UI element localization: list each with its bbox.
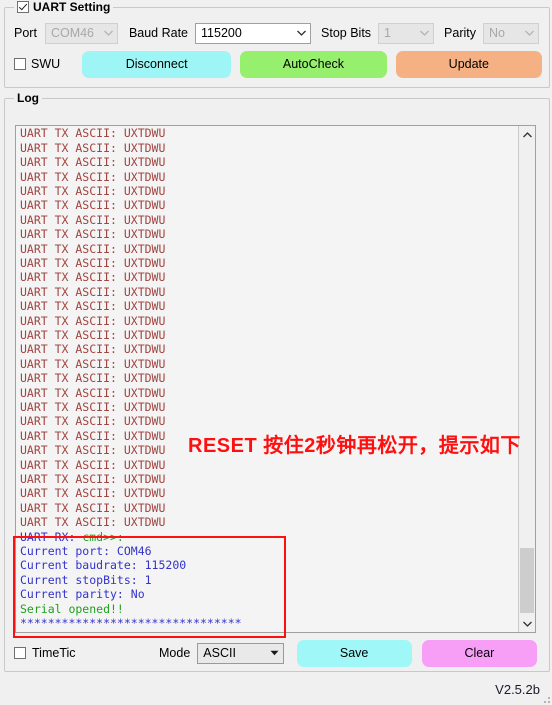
log-line: UART TX ASCII: UXTDWU <box>20 400 166 428</box>
log-group-title: Log <box>14 91 42 105</box>
uart-setting-group: UART Setting Port COM46 Baud Rate 115200… <box>4 0 550 88</box>
scroll-down-icon[interactable] <box>519 615 535 632</box>
uart-setting-group-title: UART Setting <box>14 0 114 14</box>
log-line: UART TX ASCII: UXTDWU <box>20 184 242 198</box>
log-line: UART TX ASCII: UXTDWU <box>20 328 242 342</box>
stop-bits-value: 1 <box>384 26 391 40</box>
log-line: UART TX ASCII: UXTDWU <box>20 515 242 529</box>
log-line: Current stopBits: 1 <box>20 572 152 587</box>
log-line: UART TX ASCII: UXTDWU <box>20 472 242 486</box>
update-button[interactable]: Update <box>395 50 543 78</box>
baud-rate-select[interactable]: 115200 <box>195 22 312 44</box>
stop-bits-select[interactable]: 1 <box>378 22 435 44</box>
swu-label: SWU <box>31 57 61 71</box>
disconnect-button[interactable]: Disconnect <box>82 50 232 78</box>
timetic-label: TimeTic <box>32 646 76 660</box>
log-line: UART TX ASCII: UXTDWU <box>20 198 242 212</box>
uart-setting-checkbox[interactable] <box>17 1 29 13</box>
chevron-down-icon <box>293 24 310 43</box>
log-line: UART TX ASCII: UXTDWU <box>20 386 242 400</box>
parity-select[interactable]: No <box>483 22 539 44</box>
uart-buttons-row: SWU Disconnect AutoCheck Update <box>14 49 543 79</box>
save-button[interactable]: Save <box>296 639 412 667</box>
baud-rate-label: Baud Rate <box>128 26 189 40</box>
log-line: UART TX ASCII: UXTDWU <box>20 314 242 328</box>
baud-rate-value: 115200 <box>201 26 242 40</box>
log-line: ******************************** <box>20 616 242 631</box>
log-line: UART TX ASCII: UXTDWU <box>20 242 242 256</box>
log-line: UART TX ASCII: UXTDWU <box>20 213 242 227</box>
log-line: UART TX ASCII: UXTDWU <box>20 256 242 270</box>
stop-bits-label: Stop Bits <box>321 26 372 40</box>
swu-checkbox-wrap[interactable]: SWU <box>14 57 74 71</box>
log-textarea[interactable]: UART TX ASCII: UXTDWU UART TX ASCII: UXTD… <box>15 125 536 633</box>
clear-button[interactable]: Clear <box>421 639 537 667</box>
log-line: Current port: COM46 <box>20 544 152 559</box>
log-line: UART TX ASCII: UXTDWU <box>20 357 242 371</box>
resize-grip-icon[interactable] <box>540 693 550 703</box>
scroll-up-icon[interactable] <box>519 126 535 143</box>
log-line: UART TX ASCII: UXTDWU <box>20 458 242 472</box>
log-label: Log <box>17 91 39 105</box>
log-line: Current parity: No <box>20 587 145 602</box>
log-group: Log UART TX ASCII: UXTDWU UART TX ASCII: … <box>4 91 550 672</box>
uart-setting-label: UART Setting <box>33 0 111 14</box>
log-line: UART TX ASCII: UXTDWU <box>20 400 242 414</box>
chevron-down-icon <box>416 24 433 43</box>
bottom-toolbar: TimeTic Mode ASCII Save Clear <box>9 639 537 667</box>
log-scrollbar[interactable] <box>518 126 535 632</box>
log-line: UART TX ASCII: UXTDWU <box>20 472 166 500</box>
log-line: UART TX ASCII: UXTDWU <box>20 285 242 299</box>
log-lines-container: UART TX ASCII: UXTDWU UART TX ASCII: UXTD… <box>20 126 242 631</box>
uart-settings-row: Port COM46 Baud Rate 115200 Stop Bits 1 … <box>14 22 542 44</box>
log-line: UART TX ASCII: UXTDWU <box>20 270 242 284</box>
mode-value: ASCII <box>203 646 236 660</box>
log-line: UART TX ASCII: UXTDWU <box>20 141 242 155</box>
parity-label: Parity <box>444 26 476 40</box>
chevron-down-icon <box>266 644 283 663</box>
port-select[interactable]: COM46 <box>44 22 118 44</box>
log-line: UART TX ASCII: UXTDWU <box>20 299 242 313</box>
log-line: UART TX ASCII: UXTDWU <box>20 342 242 356</box>
log-line: UART TX ASCII: UXTDWU <box>20 126 242 140</box>
log-line: UART TX ASCII: UXTDWU <box>20 371 242 385</box>
timetic-checkbox-wrap[interactable]: TimeTic <box>14 646 134 660</box>
annotation-text: RESET 按住2秒钟再松开，提示如下 <box>188 435 521 457</box>
log-line: UART TX ASCII: UXTDWU <box>20 501 242 515</box>
scrollbar-thumb[interactable] <box>520 548 534 613</box>
swu-checkbox[interactable] <box>14 58 26 70</box>
log-line: Current baudrate: 115200 <box>20 558 187 573</box>
log-line: UART TX ASCII: UXTDWU <box>20 227 242 241</box>
version-label: V2.5.2b <box>495 682 540 697</box>
log-line: UART TX ASCII: UXTDWU <box>20 155 242 169</box>
log-line: UART TX ASCII: UXTDWU <box>20 170 242 184</box>
autocheck-button[interactable]: AutoCheck <box>240 50 387 78</box>
chevron-down-icon <box>521 24 538 43</box>
chevron-down-icon <box>100 24 117 43</box>
log-line: UART RX: cmd>>: <box>20 529 124 544</box>
port-value: COM46 <box>50 26 95 40</box>
mode-label: Mode <box>159 646 191 660</box>
log-scroll-viewport: UART TX ASCII: UXTDWU UART TX ASCII: UXTD… <box>16 126 520 632</box>
timetic-checkbox[interactable] <box>14 647 26 659</box>
mode-select[interactable]: ASCII <box>197 642 284 664</box>
log-line: Serial opened!! <box>20 601 124 616</box>
port-label: Port <box>14 26 37 40</box>
parity-value: No <box>489 26 505 40</box>
